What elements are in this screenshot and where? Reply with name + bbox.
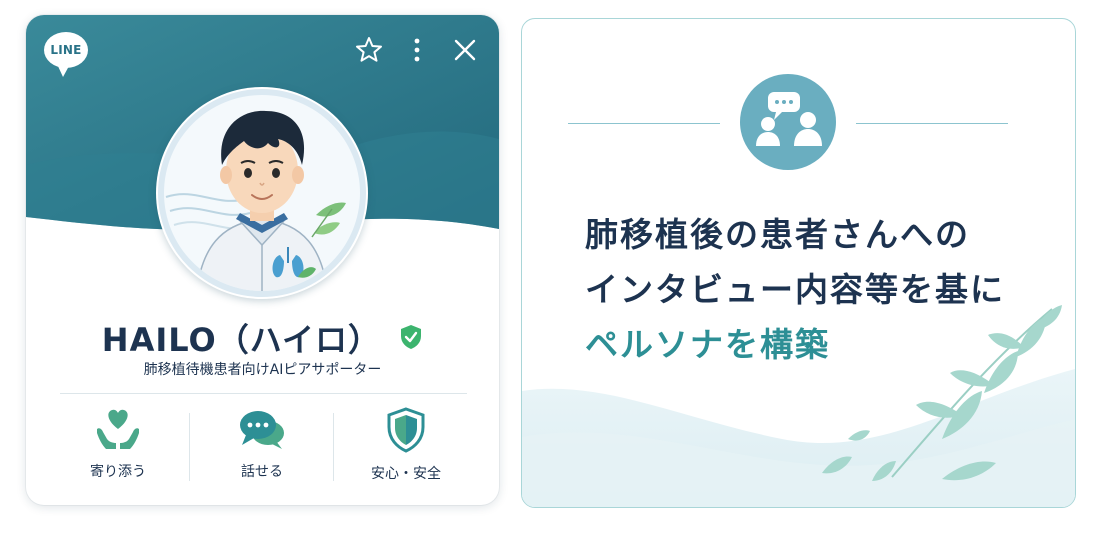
- profile-card: LINE HAILO（ハイロ） 肺移植待機患者向けAIピアサポーター 寄り添う …: [26, 15, 499, 505]
- action-separator: [333, 413, 334, 481]
- close-icon[interactable]: [450, 35, 480, 65]
- people-chat-icon: [740, 74, 836, 170]
- headline-line-3: ペルソナを構築: [585, 325, 830, 364]
- decorative-line-left: [568, 123, 720, 124]
- chat-bubbles-icon: [240, 411, 284, 449]
- shield-icon: [387, 407, 425, 453]
- action-talk-label: 話せる: [241, 464, 283, 480]
- decorative-line-right: [856, 123, 1008, 124]
- profile-name-row: HAILO（ハイロ）: [26, 315, 499, 361]
- profile-subtitle: 肺移植待機患者向けAIピアサポーター: [143, 362, 382, 378]
- line-logo-text: LINE: [50, 43, 82, 57]
- verified-badge-icon: [399, 320, 423, 358]
- action-empathize-button[interactable]: 寄り添う: [53, 407, 183, 487]
- action-separator: [189, 413, 190, 481]
- action-talk-button[interactable]: 話せる: [197, 407, 327, 487]
- hands-heart-icon: [97, 409, 139, 449]
- action-empathize-label: 寄り添う: [90, 464, 146, 480]
- profile-name: HAILO（ハイロ）: [101, 321, 382, 359]
- more-vertical-icon[interactable]: [402, 35, 432, 65]
- star-icon[interactable]: [354, 35, 384, 65]
- action-safety-button[interactable]: 安心・安全: [341, 407, 471, 487]
- action-safety-label: 安心・安全: [371, 466, 441, 482]
- headline-line-2: インタビュー内容等を基に: [585, 270, 1005, 309]
- line-logo: LINE: [43, 31, 89, 83]
- avatar: [156, 87, 368, 299]
- info-panel: 肺移植後の患者さんへの インタビュー内容等を基に ペルソナを構築: [521, 18, 1076, 508]
- headline: 肺移植後の患者さんへの インタビュー内容等を基に ペルソナを構築: [585, 207, 1005, 372]
- divider: [60, 393, 467, 394]
- headline-line-1: 肺移植後の患者さんへの: [585, 215, 970, 254]
